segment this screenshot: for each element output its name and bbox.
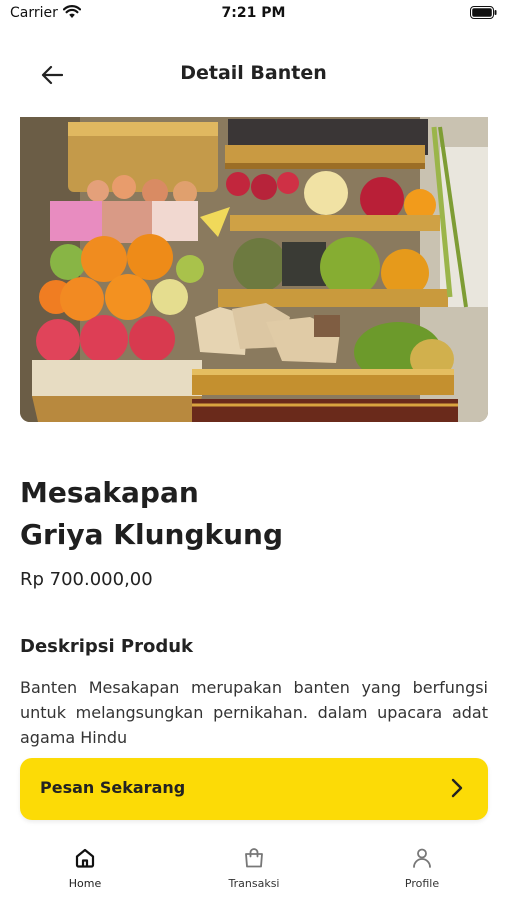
user-icon xyxy=(413,848,431,868)
app-header: Detail Banten xyxy=(0,50,507,100)
nav-item-transaksi[interactable]: Transaksi xyxy=(204,838,304,898)
nav-item-profile[interactable]: Profile xyxy=(372,838,472,898)
shopping-bag-icon xyxy=(245,848,263,868)
product-title-line1: Mesakapan xyxy=(20,476,199,509)
clock: 7:21 PM xyxy=(221,5,286,21)
order-now-label: Pesan Sekarang xyxy=(40,778,186,797)
battery-icon xyxy=(470,6,497,19)
product-price: Rp 700.000,00 xyxy=(20,569,153,590)
product-title-line2: Griya Klungkung xyxy=(20,518,284,551)
nav-label-transaksi: Transaksi xyxy=(228,877,280,890)
page-title: Detail Banten xyxy=(180,62,327,84)
description-text: Banten Mesakapan merupakan banten yang b… xyxy=(20,678,488,747)
nav-item-home[interactable]: Home xyxy=(35,838,135,898)
order-now-button[interactable]: Pesan Sekarang xyxy=(20,758,488,820)
nav-label-profile: Profile xyxy=(404,877,440,890)
bottom-navigation: Home Transaksi Profile xyxy=(0,838,507,900)
description-heading: Deskripsi Produk xyxy=(20,636,194,657)
product-image xyxy=(20,117,488,422)
home-icon xyxy=(75,848,95,868)
chevron-right-icon xyxy=(451,778,463,798)
product-title: Mesakapan Griya Klungkung xyxy=(20,472,480,556)
nav-label-home: Home xyxy=(68,877,102,890)
status-bar: Carrier 7:21 PM xyxy=(0,0,507,28)
